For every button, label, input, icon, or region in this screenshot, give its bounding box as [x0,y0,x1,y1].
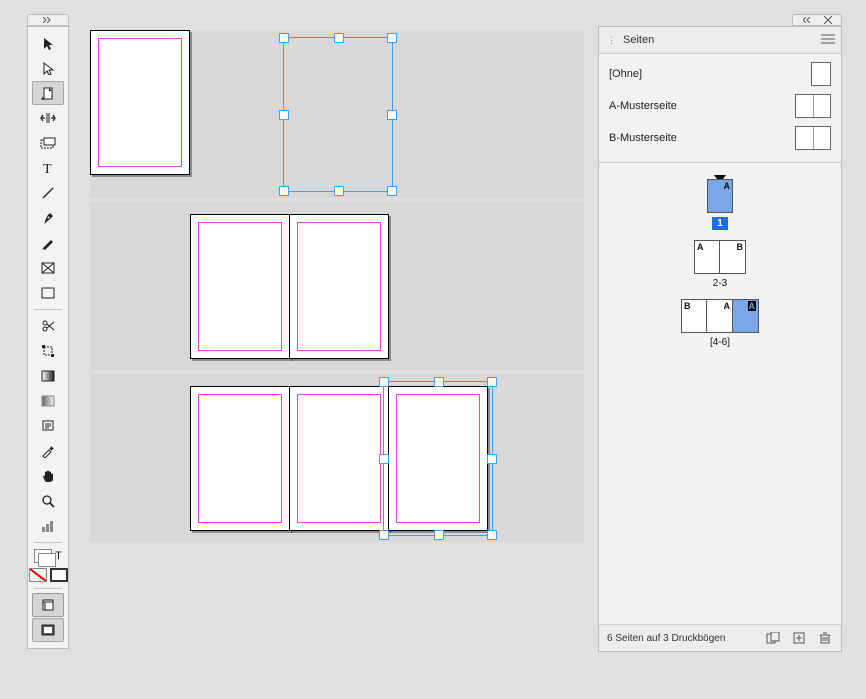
page-2[interactable] [190,214,290,359]
page-tool[interactable] [32,81,64,105]
fill-swatch[interactable] [34,549,52,563]
gradient-swatch-tool[interactable] [32,364,64,388]
new-page-button[interactable] [791,630,807,646]
page-number-label: 1 [712,217,728,230]
spread-thumb-2[interactable]: A B 2-3 [599,240,841,289]
content-conveyor-tool[interactable] [32,131,64,155]
document-pages-section[interactable]: A 1 A B 2-3 B A [599,163,841,624]
pages-panel: ⋮ Seiten [Ohne] A-Musterseite B-Musterse… [598,26,842,652]
margin-guide [396,394,480,523]
page-thumb-2[interactable]: A [694,240,720,274]
master-row-none[interactable]: [Ohne] [599,58,841,90]
master-row-b[interactable]: B-Musterseite [599,122,841,154]
view-mode-toggle[interactable] [32,593,64,617]
toolbox: T T [27,26,69,649]
rectangle-frame-tool[interactable] [32,256,64,280]
hand-tool[interactable] [32,464,64,488]
margin-guide [98,38,182,167]
gap-tool[interactable] [32,106,64,130]
screen-mode-toggle[interactable] [32,618,64,642]
master-letter: B [737,242,744,252]
margin-guide [198,394,282,523]
scissors-tool[interactable] [32,314,64,338]
master-name: B-Musterseite [609,132,795,144]
page-4[interactable] [190,386,290,531]
master-letter: A [724,181,731,191]
page-thumb-5[interactable]: A [707,299,733,333]
no-fill-swatch[interactable] [29,568,47,582]
page-5[interactable] [289,386,389,531]
master-letter: A [697,242,704,252]
margin-guide [297,222,381,351]
color-theme-tool[interactable] [32,514,64,538]
gradient-feather-tool[interactable] [32,389,64,413]
master-pages-section: [Ohne] A-Musterseite B-Musterseite [599,54,841,163]
page-thumb-4[interactable]: B [681,299,707,333]
panel-title: Seiten [623,34,654,46]
page-3[interactable] [289,214,389,359]
resize-grip-icon: ⋮ [607,35,617,46]
toolbox-separator [34,542,62,543]
pages-panel-header[interactable]: ⋮ Seiten [599,27,841,54]
spread-thumb-1[interactable]: A 1 [599,179,841,230]
edit-page-size-button[interactable] [765,630,781,646]
master-name: [Ohne] [609,68,811,80]
type-tool[interactable]: T [32,156,64,180]
master-name: A-Musterseite [609,100,795,112]
delete-page-button[interactable] [817,630,833,646]
page-number-label: 2-3 [713,278,727,289]
pages-panel-footer: 6 Seiten auf 3 Druckbögen [599,624,841,651]
master-thumb [795,94,831,118]
page-6[interactable] [388,386,488,531]
toolbox-separator [34,309,62,310]
panel-collapse-strip[interactable] [792,14,842,26]
page-thumb-3[interactable]: B [720,240,746,274]
note-tool[interactable] [32,414,64,438]
pages-count-status: 6 Seiten auf 3 Druckbögen [607,633,755,644]
margin-guide [198,222,282,351]
page-1[interactable] [90,30,190,175]
eyedropper-tool[interactable] [32,439,64,463]
toolbox-separator [34,588,62,589]
master-thumb [811,62,831,86]
line-tool[interactable] [32,181,64,205]
toolbox-collapse-strip[interactable] [27,14,69,26]
selection-tool[interactable] [32,31,64,55]
margin-guide [297,394,381,523]
master-row-a[interactable]: A-Musterseite [599,90,841,122]
master-letter: A [724,301,731,311]
chevron-left-double-icon [803,17,813,23]
free-transform-tool[interactable] [32,339,64,363]
zoom-tool[interactable] [32,489,64,513]
spread-thumb-3[interactable]: B A A [4-6] [599,299,841,348]
stroke-swatch[interactable] [50,568,68,582]
page-thumb-1[interactable]: A [707,179,733,213]
pen-tool[interactable] [32,206,64,230]
page-number-label: [4-6] [710,337,730,348]
direct-selection-tool[interactable] [32,56,64,80]
master-letter: B [684,301,691,311]
svg-text:T: T [43,162,52,175]
master-letter: A [748,301,757,311]
close-icon [824,16,832,24]
panel-menu-button[interactable] [821,34,835,47]
formatting-text-icon[interactable]: T [55,550,62,562]
page-thumb-6[interactable]: A [733,299,759,333]
pencil-tool[interactable] [32,231,64,255]
master-thumb [795,126,831,150]
rectangle-tool[interactable] [32,281,64,305]
chevron-right-double-icon [43,17,53,23]
